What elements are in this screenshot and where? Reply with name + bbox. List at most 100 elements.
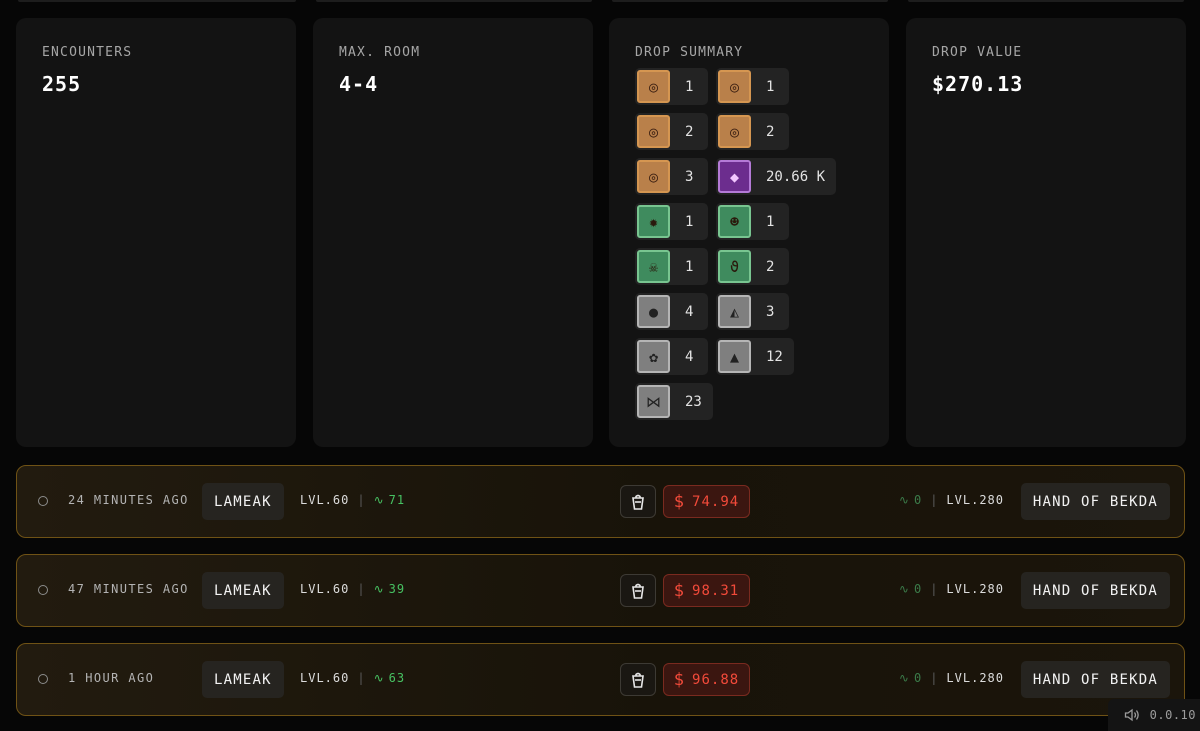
drop-quantity: 1 [766,78,775,95]
status-circle-icon [38,674,48,684]
worm-icon: ϑ [718,250,751,283]
drop-price: 98.31 [692,582,740,599]
bag-button[interactable] [620,574,656,607]
currency-symbol: $ [673,669,686,690]
speaker-icon[interactable] [1124,708,1140,722]
monster-power: 0 [913,493,923,507]
player-name-badge[interactable]: LAMEAK [202,661,284,698]
pulse-icon: ∿ [898,671,910,685]
drop-summary-label: DROP SUMMARY [635,45,744,60]
bag-button[interactable] [620,663,656,696]
max-room-label: MAX. ROOM [339,45,421,60]
monster-stats: ∿ 0 | LVL.280 [899,582,1004,596]
drop-quantity: 2 [766,258,775,275]
drop-row: ◎ 2 ◎ 2 [635,113,863,150]
drop-quantity: 3 [766,303,775,320]
player-level: LVL.60 [300,493,350,507]
bones-icon: ⋈ [637,385,670,418]
monster-power: 0 [913,582,923,596]
drop-price-button[interactable]: $ 98.31 [663,574,750,607]
drop-quantity: 23 [685,393,702,410]
monkey-icon: ☻ [718,205,751,238]
player-name-badge[interactable]: LAMEAK [202,572,284,609]
drop-row: ✹ 1 ☻ 1 [635,203,863,240]
drop-quantity: 20.66 K [766,168,826,185]
currency-symbol: $ [673,491,686,512]
drop-item[interactable]: ◎ 2 [716,113,789,150]
pulse-icon: ∿ [373,582,385,596]
encounter-row[interactable]: 47 MINUTES AGO LAMEAK LVL.60 | ∿ 39 $ 98… [16,554,1185,627]
monster-stats: ∿ 0 | LVL.280 [899,671,1004,685]
player-name-badge[interactable]: LAMEAK [202,483,284,520]
drop-summary-grid: ◎ 1 ◎ 1 ◎ 2 ◎ 2 ◎ 3 ◆ 20.66 K ✹ 1 ☻ 1 ☠ 1 ϑ 2 ● 4 ◭ 3 ✿ 4 ▲ 12 ⋈ 23 [635,68,863,420]
encounter-time: 47 MINUTES AGO [68,582,189,596]
player-stats: LVL.60 | ∿ 39 [300,582,405,596]
status-circle-icon [38,585,48,595]
top-strip [0,0,1200,2]
ring-icon: ◎ [637,70,670,103]
max-room-card: MAX. ROOM 4-4 [313,18,593,447]
monster-stats: ∿ 0 | LVL.280 [899,493,1004,507]
bag-icon [632,494,644,510]
player-power: 63 [388,671,406,685]
drop-item[interactable]: ϑ2 [716,248,789,285]
max-room-value: 4-4 [339,72,379,96]
ring-icon: ◎ [637,115,670,148]
coal-icon: ● [637,295,670,328]
drop-row: ⋈ 23 [635,383,863,420]
drop-item[interactable]: ◎ 2 [635,113,708,150]
drop-item[interactable]: ⋈ 23 [635,383,713,420]
drop-quantity: 3 [685,168,694,185]
drop-item[interactable]: ▲ 12 [716,338,794,375]
divider: | [357,493,366,507]
monster-name-badge[interactable]: HAND OF BEKDA [1020,661,1170,698]
drop-item[interactable]: ◎ 3 [635,158,708,195]
divider: | [930,582,939,596]
divider: | [930,671,939,685]
skull-icon: ☠ [637,250,670,283]
bag-button[interactable] [620,485,656,518]
drop-item[interactable]: ◎ 1 [716,68,789,105]
monster-name-badge[interactable]: HAND OF BEKDA [1020,483,1170,520]
drop-value-value: $270.13 [932,72,1024,96]
player-stats: LVL.60 | ∿ 63 [300,671,405,685]
drop-quantity: 1 [766,213,775,230]
pulse-icon: ∿ [898,582,910,596]
version-label: 0.0.10 [1149,708,1196,722]
stone-icon: ▲ [718,340,751,373]
drop-item[interactable]: ◎ 1 [635,68,708,105]
drop-price: 96.88 [692,671,740,688]
encounter-row[interactable]: 24 MINUTES AGO LAMEAK LVL.60 | ∿ 71 $ 74… [16,465,1185,538]
drop-item[interactable]: ◭ 3 [716,293,789,330]
drop-item[interactable]: ☠ 1 [635,248,708,285]
monster-level: LVL.280 [946,582,1004,596]
drop-quantity: 1 [685,213,694,230]
drop-price: 74.94 [692,493,740,510]
encounter-row[interactable]: 1 HOUR AGO LAMEAK LVL.60 | ∿ 63 $ 96.88 … [16,643,1185,716]
creature-icon: ✹ [637,205,670,238]
drop-quantity: 2 [685,123,694,140]
drop-item[interactable]: ☻ 1 [716,203,789,240]
herb-icon: ✿ [637,340,670,373]
player-level: LVL.60 [300,671,350,685]
pulse-icon: ∿ [373,671,385,685]
encounters-label: ENCOUNTERS [42,45,133,60]
encounter-time: 1 HOUR AGO [68,671,155,685]
drop-item[interactable]: ● 4 [635,293,708,330]
drop-price-button[interactable]: $ 74.94 [663,485,750,518]
ore-icon: ◭ [718,295,751,328]
drop-row: ● 4 ◭ 3 [635,293,863,330]
divider: | [357,582,366,596]
drop-item[interactable]: ✿ 4 [635,338,708,375]
monster-name-badge[interactable]: HAND OF BEKDA [1020,572,1170,609]
drop-item[interactable]: ✹ 1 [635,203,708,240]
drop-row: ☠ 1 ϑ 2 [635,248,863,285]
version-bar: 0.0.10 [1108,699,1200,731]
drop-quantity: 1 [685,78,694,95]
ring-icon: ◎ [718,70,751,103]
drop-item[interactable]: ◆ 20.66 K [716,158,837,195]
drop-price-button[interactable]: $ 96.88 [663,663,750,696]
drop-value-card: DROP VALUE $270.13 [906,18,1186,447]
drop-row: ✿ 4 ▲ 12 [635,338,863,375]
drop-quantity: 4 [685,303,694,320]
